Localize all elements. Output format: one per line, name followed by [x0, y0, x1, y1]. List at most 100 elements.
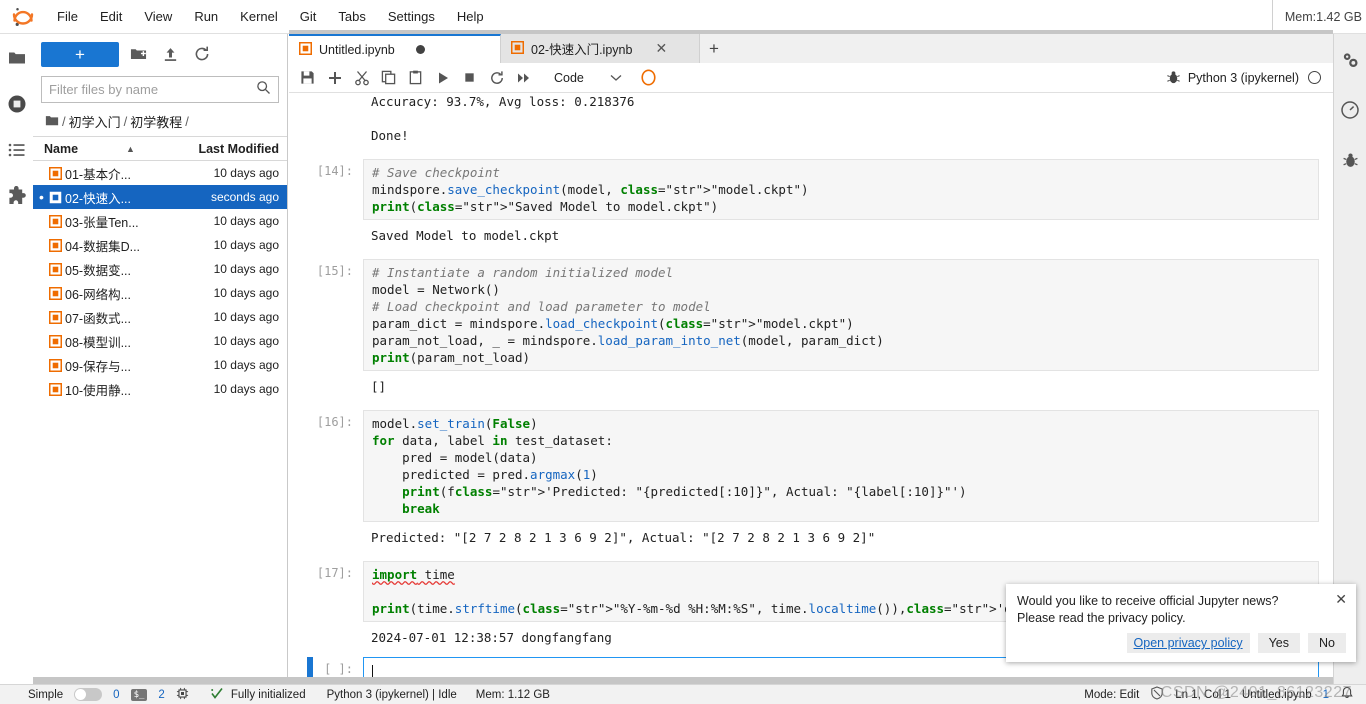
file-list-item[interactable]: 05-数据变... 10 days ago	[33, 257, 287, 281]
file-name: 01-基本介...	[65, 167, 131, 182]
file-list-item[interactable]: 09-保存与... 10 days ago	[33, 353, 287, 377]
running-terminals-icon[interactable]	[5, 92, 29, 116]
refresh-icon[interactable]	[189, 42, 215, 66]
menu-view[interactable]: View	[133, 3, 183, 30]
notebook-icon	[46, 286, 65, 300]
menu-file[interactable]: File	[46, 3, 89, 30]
column-header-last-modified[interactable]: Last Modified	[183, 142, 287, 156]
kernel-status-icon	[1308, 71, 1321, 84]
notification-popup: Would you like to receive official Jupyt…	[1006, 584, 1356, 662]
no-button[interactable]: No	[1308, 633, 1346, 653]
tab-02-kuaisu-ruumen-ipynb[interactable]: 02-快速入门.ipynb ✕	[501, 34, 700, 63]
terminal-icon[interactable]: $_	[130, 688, 148, 701]
git-pull-icon[interactable]	[636, 66, 661, 90]
property-inspector-icon[interactable]	[1338, 48, 1362, 72]
extension-manager-icon[interactable]	[5, 184, 29, 208]
bug-icon[interactable]	[1161, 66, 1186, 90]
breadcrumb-item-0[interactable]: 初学入门	[69, 112, 121, 131]
code-input-editor[interactable]: model.set_train(False) for data, label i…	[363, 410, 1319, 522]
file-filter-box[interactable]	[41, 76, 279, 103]
menu-tabs[interactable]: Tabs	[327, 3, 376, 30]
spellcheck-disabled-icon[interactable]	[1150, 686, 1164, 703]
status-bar: Simple 0 $_ 2 Fully initialized Python 3…	[0, 684, 1366, 704]
notebook-icon	[46, 334, 65, 348]
menu-git[interactable]: Git	[289, 3, 328, 30]
kernel-indicator[interactable]: Python 3 (ipykernel)	[1188, 71, 1327, 85]
menu-kernel[interactable]: Kernel	[229, 3, 289, 30]
menu-settings[interactable]: Settings	[377, 3, 446, 30]
file-modified: 10 days ago	[213, 214, 279, 228]
close-icon[interactable]: ✕	[655, 40, 667, 57]
git-status-label[interactable]: Fully initialized	[231, 689, 306, 701]
cursor-position-label[interactable]: Ln 1, Col 1	[1175, 689, 1231, 701]
debugger-bug-icon[interactable]	[1338, 148, 1362, 172]
kernel-status-label[interactable]: Python 3 (ipykernel) | Idle	[327, 689, 457, 701]
restart-run-all-button[interactable]	[511, 66, 536, 90]
file-modified: 10 days ago	[213, 334, 279, 348]
new-tab-button[interactable]: +	[700, 34, 728, 63]
file-list-item[interactable]: 10-使用静... 10 days ago	[33, 377, 287, 401]
new-folder-icon[interactable]	[125, 42, 151, 66]
menu-run[interactable]: Run	[183, 3, 229, 30]
git-check-icon[interactable]	[210, 687, 224, 703]
file-list-item[interactable]: 04-数据集D... 10 days ago	[33, 233, 287, 257]
menu-edit[interactable]: Edit	[89, 3, 133, 30]
cell-type-select[interactable]: Code	[548, 69, 628, 87]
breadcrumb-home-icon[interactable]	[45, 114, 59, 130]
cpu-icon[interactable]	[176, 687, 189, 703]
notebook-icon	[46, 262, 65, 276]
file-name: 10-使用静...	[65, 383, 131, 398]
current-file-label[interactable]: Untitled.ipynb	[1242, 689, 1312, 701]
search-icon	[256, 80, 271, 100]
upload-icon[interactable]	[157, 42, 183, 66]
insert-cell-button[interactable]	[322, 66, 347, 90]
tab-untitled-ipynb[interactable]: Untitled.ipynb	[289, 34, 501, 63]
code-input-editor[interactable]: # Instantiate a random initialized model…	[363, 259, 1319, 371]
notebook-cell-code[interactable]: [15]: # Instantiate a random initialized …	[289, 259, 1333, 402]
bell-icon[interactable]	[1340, 686, 1354, 703]
new-launcher-button[interactable]: +	[41, 41, 119, 67]
file-browser-icon[interactable]	[5, 46, 29, 70]
tab-dirty-indicator[interactable]	[415, 45, 425, 54]
cut-cells-button[interactable]	[349, 66, 374, 90]
commands-list-icon[interactable]	[5, 138, 29, 162]
file-modified: 10 days ago	[213, 358, 279, 372]
restart-kernel-button[interactable]	[484, 66, 509, 90]
close-icon[interactable]: ✕	[1335, 591, 1347, 608]
cell-output: Predicted: "[2 7 2 8 2 1 3 6 9 2]", Actu…	[371, 530, 876, 545]
jupyterlab-window: File Edit View Run Kernel Git Tabs Setti…	[0, 0, 1366, 704]
terminal-count[interactable]: 2	[158, 689, 164, 701]
open-privacy-policy-link[interactable]: Open privacy policy	[1126, 633, 1250, 653]
copy-cells-button[interactable]	[376, 66, 401, 90]
notebook-cell-code[interactable]: [14]: # Save checkpoint mindspore.save_ch…	[289, 159, 1333, 251]
file-list-item[interactable]: 01-基本介... 10 days ago	[33, 161, 287, 185]
notification-count[interactable]: 1	[1323, 689, 1329, 701]
simple-mode-toggle[interactable]	[74, 688, 103, 701]
file-list-item[interactable]: 03-张量Ten... 10 days ago	[33, 209, 287, 233]
tab-label: 02-快速入门.ipynb	[531, 43, 633, 57]
save-button[interactable]	[295, 66, 320, 90]
memory-usage-label: Mem: 1.12 GB	[475, 688, 550, 701]
column-header-name[interactable]: Name ▲	[33, 142, 183, 156]
notebook-icon	[46, 238, 65, 252]
file-name: 02-快速入...	[65, 191, 131, 206]
yes-button[interactable]: Yes	[1257, 633, 1301, 653]
run-cell-button[interactable]	[430, 66, 455, 90]
file-list-item[interactable]: 08-模型训... 10 days ago	[33, 329, 287, 353]
menu-help[interactable]: Help	[446, 3, 495, 30]
notebook-toolbar: Code Python 3 (ipykernel)	[289, 63, 1333, 93]
kernel-count[interactable]: 0	[113, 689, 119, 701]
file-list-item[interactable]: 06-网络构... 10 days ago	[33, 281, 287, 305]
code-input-editor[interactable]: # Save checkpoint mindspore.save_checkpo…	[363, 159, 1319, 220]
paste-cells-button[interactable]	[403, 66, 428, 90]
interrupt-kernel-button[interactable]	[457, 66, 482, 90]
file-filter-input[interactable]	[49, 82, 256, 97]
file-list-item[interactable]: 07-函数式... 10 days ago	[33, 305, 287, 329]
notebook-cell-code[interactable]: [16]: model.set_train(False) for data, la…	[289, 410, 1333, 553]
editor-mode-label[interactable]: Mode: Edit	[1084, 689, 1139, 701]
kernel-name-label: Python 3 (ipykernel)	[1187, 70, 1299, 85]
dashboard-gauge-icon[interactable]	[1338, 98, 1362, 122]
file-list-item[interactable]: • 02-快速入... seconds ago	[33, 185, 287, 209]
breadcrumb-item-1[interactable]: 初学教程	[130, 112, 182, 131]
breadcrumb-sep-1: /	[62, 114, 66, 129]
